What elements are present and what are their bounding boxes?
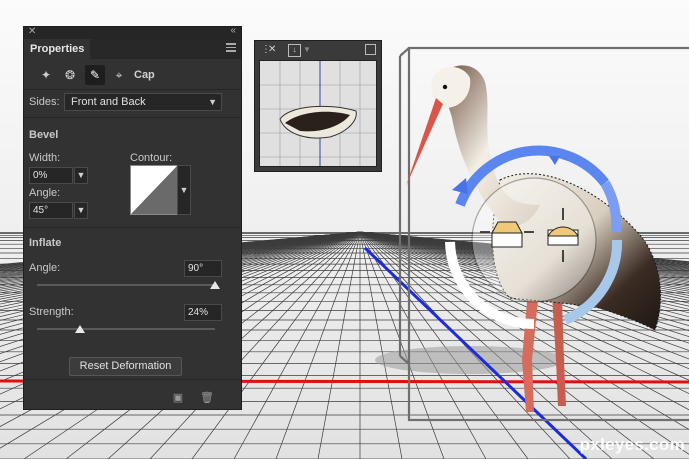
bevel-angle-label: Angle: (29, 187, 61, 199)
properties-mode-icons: ✦ ❂ ✎ ⌖ Cap (24, 59, 241, 89)
panel-menu-icon[interactable] (226, 43, 236, 52)
close-icon[interactable]: ✕ (268, 41, 276, 58)
sides-value: Front and Back (71, 96, 146, 108)
divider (24, 379, 241, 380)
contour-label: Contour: (130, 152, 173, 164)
chevron-down-icon: ▼ (208, 97, 217, 107)
cap-icon[interactable]: ❂ (60, 65, 80, 85)
inflate-strength-input[interactable]: 24% (184, 304, 222, 321)
panel-footer: ▣ 🗑 (24, 387, 241, 409)
collapse-icon[interactable]: « (230, 25, 236, 36)
inflate-icon[interactable]: ✎ (85, 65, 105, 85)
tab-properties[interactable]: Properties (24, 39, 91, 59)
properties-panel: ✕ « Properties ✦ ❂ ✎ ⌖ Cap Sides: Front … (23, 25, 242, 410)
inflate-strength-label: Strength: (29, 306, 74, 318)
reset-deformation-button[interactable]: Reset Deformation (69, 357, 182, 376)
close-icon[interactable]: ✕ (28, 26, 36, 37)
inflate-header: Inflate (29, 237, 62, 249)
bevel-width-label: Width: (29, 152, 61, 164)
bevel-width-dropdown[interactable]: ▼ (74, 167, 88, 184)
panel-titlebar: ✕ « (24, 25, 241, 39)
dropdown-icon[interactable]: ▼ (303, 41, 311, 58)
inflate-angle-input[interactable]: 90° (184, 260, 222, 277)
top-view-render (260, 61, 376, 166)
slider-thumb[interactable] (74, 325, 85, 333)
bevel-angle-input[interactable]: 45° (29, 202, 73, 219)
inflate-angle-slider[interactable] (37, 281, 220, 289)
secondary-view-canvas[interactable] (259, 60, 377, 167)
bevel-header: Bevel (29, 129, 59, 141)
cap-label: Cap (134, 69, 155, 81)
sides-select[interactable]: Front and Back ▼ (64, 93, 222, 111)
deform-icon[interactable]: ✦ (36, 65, 56, 85)
divider (24, 117, 241, 118)
panel-tabbar: Properties (24, 39, 241, 59)
resize-icon[interactable] (365, 44, 376, 55)
inflate-angle-label: Angle: (29, 262, 61, 274)
slider-thumb[interactable] (210, 281, 220, 289)
inflate-strength-slider[interactable] (37, 325, 215, 333)
trash-icon[interactable]: 🗑 (200, 392, 214, 404)
sides-label: Sides: (29, 96, 60, 108)
3d-secondary-view-panel: ⋮ ✕ ↓ ▼ (254, 40, 382, 172)
coordinates-icon[interactable]: ⌖ (109, 65, 129, 85)
watermark: pxleyes.com (579, 435, 685, 454)
render-icon[interactable]: ↓ (288, 44, 301, 57)
bevel-angle-dropdown[interactable]: ▼ (74, 202, 88, 219)
contour-preview[interactable] (130, 165, 178, 215)
bevel-width-input[interactable]: 0% (29, 167, 73, 184)
divider (24, 227, 241, 228)
secondary-view-toolbar: ⋮ ✕ ↓ ▼ (255, 41, 381, 58)
divider (24, 89, 241, 90)
contour-dropdown[interactable]: ▼ (177, 165, 191, 215)
render-icon[interactable]: ▣ (172, 392, 184, 404)
